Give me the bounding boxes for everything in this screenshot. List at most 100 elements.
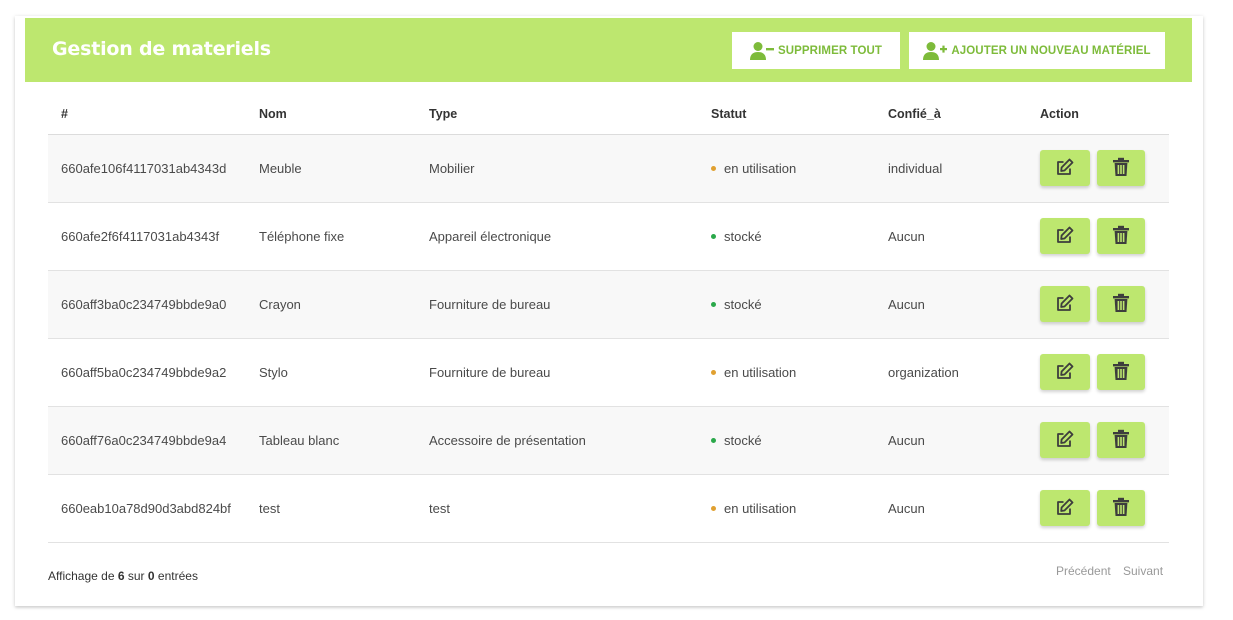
- cell-confie: Aucun: [875, 202, 1027, 271]
- info-total-count: 0: [147, 569, 155, 583]
- materials-card: Gestion de materiels SUPPRIMER TOUT AJOU…: [15, 16, 1203, 606]
- edit-icon: [1055, 225, 1075, 248]
- add-material-label: AJOUTER UN NOUVEAU MATÉRIEL: [951, 44, 1151, 57]
- cell-statut: stocké: [698, 406, 875, 475]
- delete-button[interactable]: [1097, 354, 1145, 390]
- cell-nom: Stylo: [246, 338, 416, 407]
- cell-nom: Meuble: [246, 134, 416, 203]
- user-minus-icon: [749, 41, 774, 61]
- status-dot: [711, 437, 716, 443]
- edit-icon: [1055, 293, 1075, 316]
- info-prefix: Affichage de: [48, 569, 115, 583]
- status-dot: [711, 505, 716, 511]
- status-text: stocké: [724, 296, 762, 312]
- trash-icon: [1112, 497, 1130, 520]
- cell-type: Accessoire de présentation: [416, 406, 698, 475]
- column-header-id[interactable]: #: [48, 94, 246, 135]
- delete-button[interactable]: [1097, 422, 1145, 458]
- cell-confie: individual: [875, 134, 1027, 203]
- edit-button[interactable]: [1040, 150, 1090, 186]
- info-shown-count: 6: [117, 569, 125, 583]
- cell-id: 660aff5ba0c234749bbde9a2: [48, 338, 246, 407]
- delete-button[interactable]: [1097, 150, 1145, 186]
- cell-statut: en utilisation: [698, 474, 875, 543]
- info-middle: sur: [127, 569, 145, 583]
- user-plus-icon: [923, 41, 948, 61]
- page-title: Gestion de materiels: [52, 38, 271, 60]
- cell-id: 660afe106f4117031ab4343d: [48, 134, 246, 203]
- add-material-button[interactable]: AJOUTER UN NOUVEAU MATÉRIEL: [909, 32, 1165, 69]
- edit-button[interactable]: [1040, 490, 1090, 526]
- column-header-nom[interactable]: Nom: [246, 94, 416, 135]
- cell-id: 660eab10a78d90d3abd824bf: [48, 474, 246, 543]
- cell-statut: stocké: [698, 270, 875, 339]
- cell-nom: Téléphone fixe: [246, 202, 416, 271]
- cell-type: Fourniture de bureau: [416, 270, 698, 339]
- cell-actions: [1027, 270, 1169, 339]
- column-header-action: Action: [1027, 94, 1169, 135]
- edit-button[interactable]: [1040, 286, 1090, 322]
- delete-button[interactable]: [1097, 218, 1145, 254]
- trash-icon: [1112, 293, 1130, 316]
- status-dot: [711, 301, 716, 307]
- cell-confie: Aucun: [875, 406, 1027, 475]
- edit-icon: [1055, 497, 1075, 520]
- status-text: en utilisation: [724, 160, 797, 176]
- cell-actions: [1027, 134, 1169, 203]
- materials-table: # Nom Type Statut Confié_à Action 660afe…: [48, 94, 1169, 543]
- delete-all-label: SUPPRIMER TOUT: [777, 44, 883, 57]
- cell-nom: Crayon: [246, 270, 416, 339]
- status-text: stocké: [724, 228, 762, 244]
- cell-actions: [1027, 406, 1169, 475]
- status-text: stocké: [724, 432, 762, 448]
- table-row: 660aff3ba0c234749bbde9a0 Crayon Fourniture…: [48, 270, 1169, 339]
- column-header-statut[interactable]: Statut: [698, 94, 875, 135]
- cell-statut: stocké: [698, 202, 875, 271]
- cell-actions: [1027, 474, 1169, 543]
- column-header-confie[interactable]: Confié_à: [875, 94, 1027, 135]
- edit-icon: [1055, 429, 1075, 452]
- cell-type: test: [416, 474, 698, 543]
- edit-button[interactable]: [1040, 354, 1090, 390]
- delete-button[interactable]: [1097, 490, 1145, 526]
- cell-type: Appareil électronique: [416, 202, 698, 271]
- column-header-type[interactable]: Type: [416, 94, 698, 135]
- edit-button[interactable]: [1040, 422, 1090, 458]
- status-dot: [711, 233, 716, 239]
- cell-statut: en utilisation: [698, 134, 875, 203]
- cell-id: 660aff76a0c234749bbde9a4: [48, 406, 246, 475]
- cell-actions: [1027, 338, 1169, 407]
- cell-nom: Tableau blanc: [246, 406, 416, 475]
- table-row: 660afe2f6f4117031ab4343f Téléphone fixe Ap…: [48, 202, 1169, 271]
- cell-nom: test: [246, 474, 416, 543]
- status-text: en utilisation: [724, 500, 797, 516]
- status-dot: [711, 165, 716, 171]
- info-suffix: entrées: [157, 569, 198, 583]
- next-page-button[interactable]: Suivant: [1123, 564, 1163, 578]
- delete-button[interactable]: [1097, 286, 1145, 322]
- cell-type: Fourniture de bureau: [416, 338, 698, 407]
- cell-statut: en utilisation: [698, 338, 875, 407]
- trash-icon: [1112, 157, 1130, 180]
- cell-id: 660afe2f6f4117031ab4343f: [48, 202, 246, 271]
- status-text: en utilisation: [724, 364, 797, 380]
- table-row: 660aff5ba0c234749bbde9a2 Stylo Fourniture …: [48, 338, 1169, 407]
- trash-icon: [1112, 361, 1130, 384]
- trash-icon: [1112, 225, 1130, 248]
- cell-confie: organization: [875, 338, 1027, 407]
- previous-page-button[interactable]: Précédent: [1056, 564, 1111, 578]
- table-row: 660afe106f4117031ab4343d Meuble Mobilier en…: [48, 134, 1169, 203]
- card-header: Gestion de materiels SUPPRIMER TOUT AJOU…: [25, 18, 1192, 82]
- cell-actions: [1027, 202, 1169, 271]
- cell-type: Mobilier: [416, 134, 698, 203]
- trash-icon: [1112, 429, 1130, 452]
- edit-icon: [1055, 361, 1075, 384]
- status-dot: [711, 369, 716, 375]
- delete-all-button[interactable]: SUPPRIMER TOUT: [732, 32, 900, 69]
- table-info: Affichage de 6 sur 0 entrées: [48, 569, 198, 583]
- cell-confie: Aucun: [875, 474, 1027, 543]
- table-row: 660eab10a78d90d3abd824bf test test en utili…: [48, 474, 1169, 543]
- edit-icon: [1055, 157, 1075, 180]
- cell-id: 660aff3ba0c234749bbde9a0: [48, 270, 246, 339]
- edit-button[interactable]: [1040, 218, 1090, 254]
